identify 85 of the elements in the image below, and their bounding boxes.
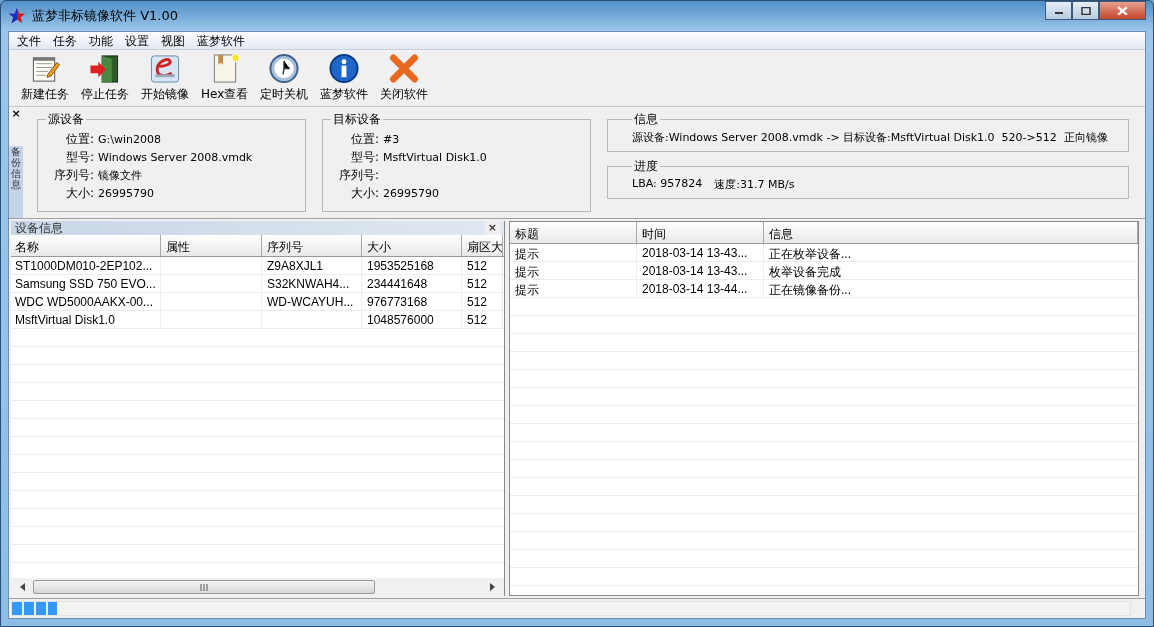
table-cell: 提示 xyxy=(510,244,637,262)
star-icon xyxy=(8,7,26,25)
menu-item[interactable]: 视图 xyxy=(155,32,191,49)
close-icon[interactable]: × xyxy=(11,107,21,120)
column-header[interactable]: 信息 xyxy=(764,222,1138,243)
table-cell: 512 xyxy=(462,293,503,311)
toolbar-button[interactable]: 新建任务 xyxy=(15,53,75,103)
close-icon[interactable]: × xyxy=(484,221,500,235)
field-label: 序列号: xyxy=(52,166,94,184)
info-icon xyxy=(327,53,362,84)
field-label: 位置: xyxy=(64,130,94,148)
table-cell: 正在枚举设备... xyxy=(764,244,1138,262)
maximize-icon xyxy=(1080,6,1091,15)
field-value: MsftVirtual Disk1.0 xyxy=(383,150,488,164)
field-label: 型号: xyxy=(64,148,94,166)
column-header[interactable]: 名称 xyxy=(11,235,161,256)
group-title: 目标设备 xyxy=(332,111,382,128)
field-value: Windows Server 2008.vmdk xyxy=(98,150,254,164)
table-cell: 2018-03-14 13-44... xyxy=(637,280,764,298)
field-value: G:\win2008 xyxy=(98,132,162,146)
toolbar-button[interactable]: 开始镜像 xyxy=(135,53,195,103)
column-header[interactable]: 扇区大 xyxy=(462,235,503,256)
field-value: #3 xyxy=(383,132,401,146)
menu-item[interactable]: 任务 xyxy=(47,32,83,49)
table-cell: 512 xyxy=(462,257,503,275)
menu-item[interactable]: 文件 xyxy=(11,32,47,49)
table-cell: ST1000DM010-2EP102... xyxy=(11,257,161,275)
info-text: 源设备:Windows Server 2008.vmdk -> 目标设备:MsftVirtual Disk1.0 520->512 正向镜像 xyxy=(632,130,1108,145)
minimize-button[interactable] xyxy=(1045,1,1072,20)
e-logo-icon xyxy=(148,53,182,84)
table-cell: 512 xyxy=(462,311,503,329)
column-header[interactable]: 标题 xyxy=(510,222,637,243)
toolbar-button[interactable]: Hex查看 xyxy=(195,53,255,103)
table-cell: Z9A8XJL1 xyxy=(262,257,362,275)
table-cell: 2018-03-14 13-43... xyxy=(637,244,764,262)
group-title: 源设备 xyxy=(47,111,85,128)
toolbar-button[interactable]: 蓝梦软件 xyxy=(314,53,375,103)
field-value: 镜像文件 xyxy=(98,167,143,183)
scroll-left-icon xyxy=(19,583,27,591)
scrollbar-thumb[interactable] xyxy=(33,580,375,594)
clock-icon xyxy=(267,53,302,84)
grip-icon xyxy=(200,583,208,591)
close-button[interactable] xyxy=(1099,1,1146,20)
table-cell: 提示 xyxy=(510,262,637,280)
group-title: 进度 xyxy=(633,158,659,175)
toolbar-button[interactable]: 定时关机 xyxy=(254,53,315,103)
field-label: 型号: xyxy=(349,148,379,166)
menu-item[interactable]: 设置 xyxy=(119,32,155,49)
lba-text: LBA: 957824 xyxy=(632,177,703,192)
menu-item[interactable]: 功能 xyxy=(83,32,119,49)
table-cell: 提示 xyxy=(510,280,637,298)
table-cell: 976773168 xyxy=(362,293,462,311)
field-label: 位置: xyxy=(349,130,379,148)
close-icon xyxy=(1117,5,1128,16)
group-title: 信息 xyxy=(633,111,659,128)
table-cell: 2018-03-14 13-43... xyxy=(637,262,764,280)
speed-text: 速度:31.7 MB/s xyxy=(714,177,795,192)
field-value: 26995790 xyxy=(98,186,155,200)
toolbar-button[interactable]: 停止任务 xyxy=(75,53,135,103)
table-cell: WDC WD5000AAKX-00... xyxy=(11,293,161,311)
menu-item[interactable]: 蓝梦软件 xyxy=(191,32,251,49)
column-header[interactable]: 序列号 xyxy=(262,235,362,256)
table-cell: S32KNWAH4... xyxy=(262,275,362,293)
window-title: 蓝梦非标镜像软件 V1.00 xyxy=(32,7,178,25)
table-cell: 1048576000 xyxy=(362,311,462,329)
table-cell: 512 xyxy=(462,275,503,293)
field-label: 序列号: xyxy=(337,166,379,184)
table-cell: Samsung SSD 750 EVO... xyxy=(11,275,161,293)
table-cell: WD-WCAYUH... xyxy=(262,293,362,311)
scroll-right-icon xyxy=(488,583,496,591)
table-cell: 枚举设备完成 xyxy=(764,262,1138,280)
field-label: 大小: xyxy=(349,184,379,202)
maximize-button[interactable] xyxy=(1072,1,1099,20)
column-header[interactable]: 属性 xyxy=(161,235,262,256)
field-value: 26995790 xyxy=(383,186,440,200)
toolbar-button[interactable]: 关闭软件 xyxy=(374,53,435,103)
pane-title: 设备信息 xyxy=(15,221,63,235)
table-cell: MsftVirtual Disk1.0 xyxy=(11,311,161,329)
table-cell: 正在镜像备份... xyxy=(764,280,1138,298)
table-cell: 234441648 xyxy=(362,275,462,293)
column-header[interactable]: 大小 xyxy=(362,235,462,256)
field-label: 大小: xyxy=(64,184,94,202)
side-tab[interactable]: 备份信息 xyxy=(9,146,23,218)
table-cell: 1953525168 xyxy=(362,257,462,275)
column-header[interactable]: 时间 xyxy=(637,222,764,243)
